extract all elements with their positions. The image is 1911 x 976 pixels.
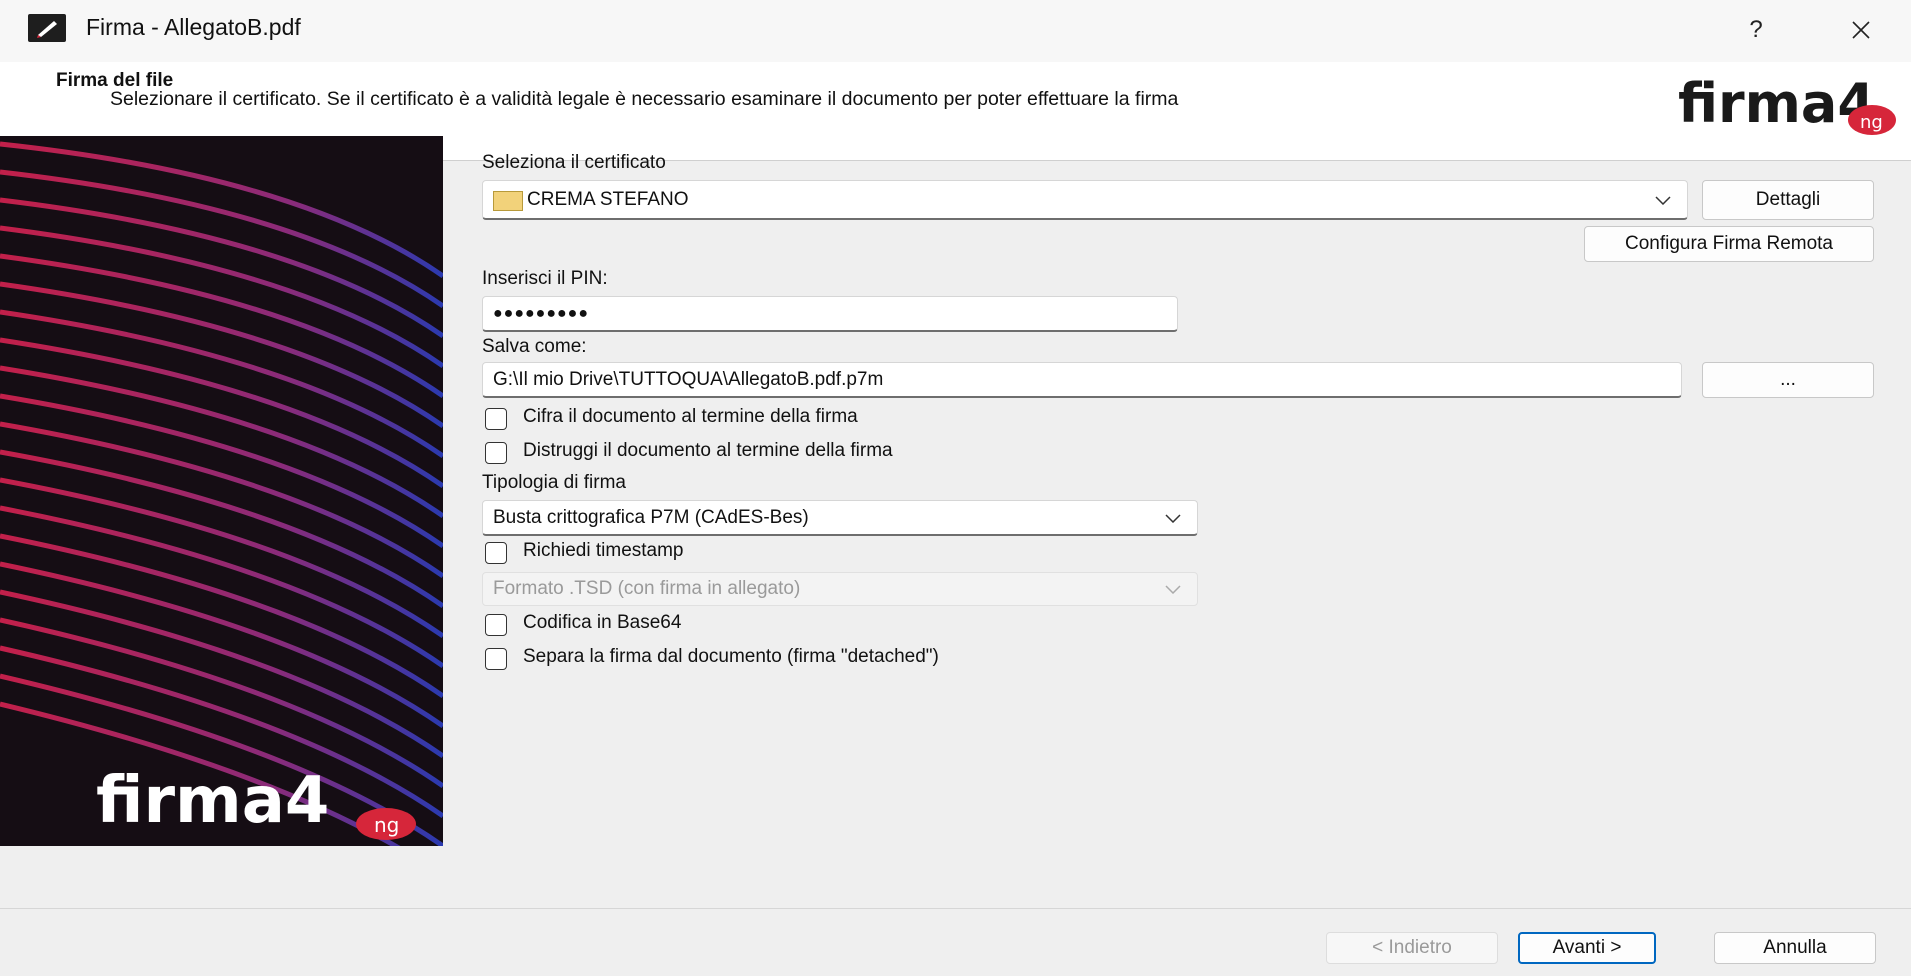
window-title: Firma - AllegatoB.pdf <box>86 14 301 40</box>
cancel-button[interactable]: Annulla <box>1714 932 1876 964</box>
timestamp-format-select: Formato .TSD (con firma in allegato) <box>482 572 1198 606</box>
svg-text:ng: ng <box>374 813 399 837</box>
close-icon <box>1852 21 1870 39</box>
close-button[interactable] <box>1836 10 1886 50</box>
footer-divider <box>0 908 1911 909</box>
header-subtitle: Selezionare il certificato. Se il certif… <box>110 88 1179 110</box>
help-button[interactable]: ? <box>1736 10 1776 50</box>
firma4ng-logo: firma4 ng <box>1678 72 1896 135</box>
svg-text:ng: ng <box>1860 112 1883 133</box>
chevron-down-icon <box>1655 195 1671 205</box>
certificate-label: Seleziona il certificato <box>482 152 666 173</box>
encrypt-checkbox[interactable] <box>485 408 507 430</box>
detached-checkbox[interactable] <box>485 648 507 670</box>
base64-checkbox-label: Codifica in Base64 <box>523 612 682 633</box>
signature-type-value: Busta crittografica P7M (CAdES-Bes) <box>493 506 809 528</box>
save-as-value: G:\Il mio Drive\TUTTOQUA\AllegatoB.pdf.p… <box>493 368 884 390</box>
chevron-down-icon <box>1165 513 1181 523</box>
destroy-checkbox-label: Distruggi il documento al termine della … <box>523 440 893 461</box>
certificate-select[interactable]: CREMA STEFANO <box>482 180 1688 220</box>
encrypt-checkbox-label: Cifra il documento al termine della firm… <box>523 406 858 427</box>
timestamp-checkbox[interactable] <box>485 542 507 564</box>
timestamp-checkbox-label: Richiedi timestamp <box>523 540 684 561</box>
side-banner <box>0 136 443 846</box>
signature-type-label: Tipologia di firma <box>482 472 626 493</box>
details-button[interactable]: Dettagli <box>1702 180 1874 220</box>
svg-text:firma4: firma4 <box>1678 72 1875 135</box>
browse-button[interactable]: ... <box>1702 362 1874 398</box>
configure-remote-signature-button[interactable]: Configura Firma Remota <box>1584 226 1874 262</box>
save-as-label: Salva come: <box>482 336 587 357</box>
back-button[interactable]: < Indietro <box>1326 932 1498 964</box>
certificate-value: CREMA STEFANO <box>527 189 689 210</box>
pin-value: ●●●●●●●●● <box>493 304 589 322</box>
banner-firma4ng-logo: firma4 ng <box>96 764 416 840</box>
signature-type-select[interactable]: Busta crittografica P7M (CAdES-Bes) <box>482 500 1198 536</box>
certificate-icon <box>493 191 523 211</box>
app-pen-icon <box>28 14 66 42</box>
chevron-down-icon <box>1165 585 1181 594</box>
pin-input[interactable]: ●●●●●●●●● <box>482 296 1178 332</box>
pin-label: Inserisci il PIN: <box>482 268 608 289</box>
destroy-checkbox[interactable] <box>485 442 507 464</box>
timestamp-format-value: Formato .TSD (con firma in allegato) <box>493 578 801 599</box>
detached-checkbox-label: Separa la firma dal documento (firma "de… <box>523 646 939 667</box>
save-as-input[interactable]: G:\Il mio Drive\TUTTOQUA\AllegatoB.pdf.p… <box>482 362 1682 398</box>
svg-text:firma4: firma4 <box>96 764 329 838</box>
next-button[interactable]: Avanti > <box>1518 932 1656 964</box>
base64-checkbox[interactable] <box>485 614 507 636</box>
